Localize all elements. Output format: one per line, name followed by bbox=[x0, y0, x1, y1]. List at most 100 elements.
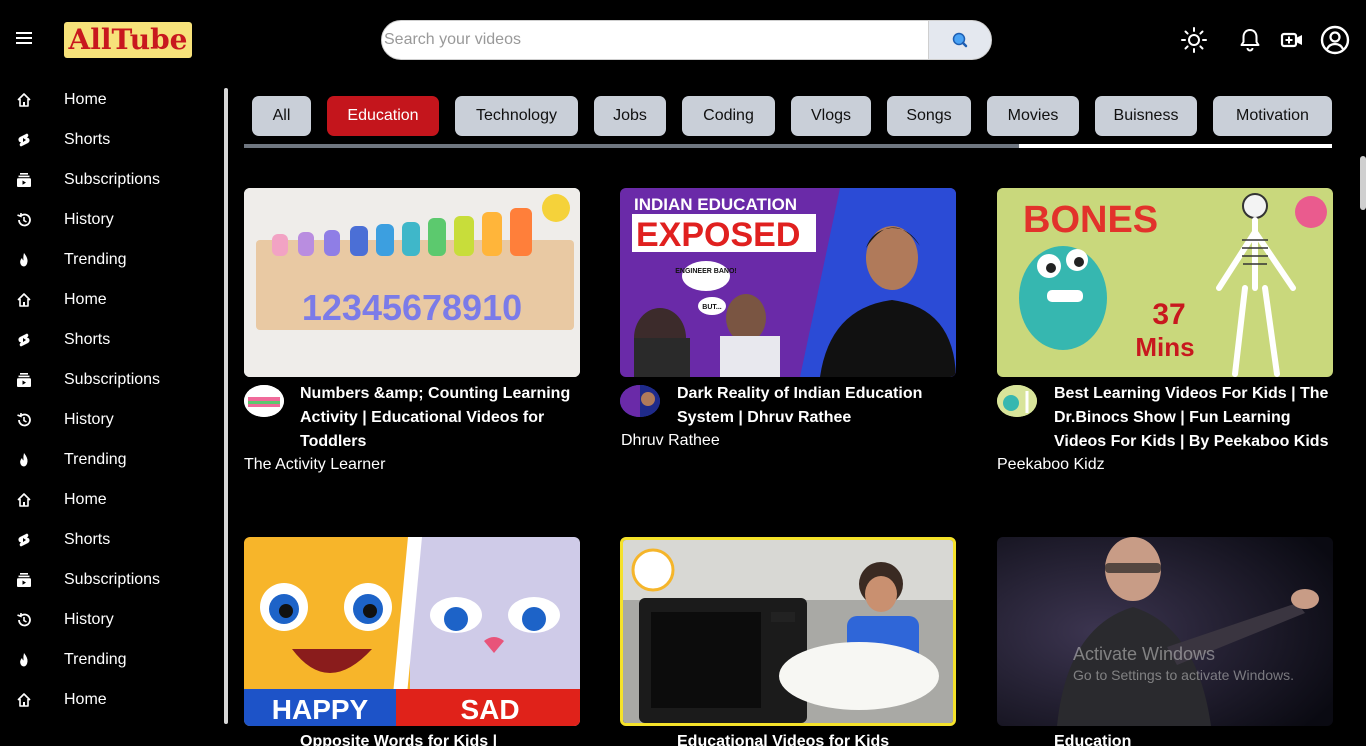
history-icon bbox=[16, 212, 32, 228]
video-thumbnail[interactable]: 12345678910 bbox=[244, 188, 580, 377]
video-title[interactable]: Education bbox=[1054, 730, 1336, 746]
subscriptions-icon bbox=[16, 572, 32, 588]
video-thumbnail[interactable]: BONES 37 Mins bbox=[997, 188, 1333, 377]
thumb-label-sad: SAD bbox=[460, 694, 519, 725]
chip-education[interactable]: Education bbox=[327, 96, 439, 136]
sidebar-item-label: Home bbox=[64, 91, 107, 108]
video-thumbnail[interactable] bbox=[997, 537, 1333, 726]
sidebar-item-label: Trending bbox=[64, 651, 127, 668]
sidebar-item-history[interactable]: History bbox=[0, 600, 220, 640]
sidebar-item-label: Subscriptions bbox=[64, 371, 161, 388]
video-title-line: Opposite Words for Kids | bbox=[300, 733, 498, 746]
thumb-duration: 37 bbox=[1152, 298, 1185, 331]
video-title[interactable]: Best Learning Videos For Kids | The Dr.B… bbox=[1054, 382, 1336, 454]
sidebar-item-trending[interactable]: Trending bbox=[0, 640, 220, 680]
video-title[interactable]: Educational Videos for Kids bbox=[677, 730, 959, 746]
chip-coding[interactable]: Coding bbox=[682, 96, 775, 136]
sidebar-item-label: Trending bbox=[64, 251, 127, 268]
chip-motivation[interactable]: Motivation bbox=[1213, 96, 1332, 136]
sidebar-item-trending[interactable]: Trending bbox=[0, 440, 220, 480]
sun-icon[interactable] bbox=[1180, 26, 1208, 54]
sidebar-item-label: Subscriptions bbox=[64, 171, 161, 188]
fire-icon bbox=[16, 452, 32, 468]
sidebar-item-subscriptions[interactable]: Subscriptions bbox=[0, 360, 220, 400]
chip-buisness[interactable]: Buisness bbox=[1095, 96, 1197, 136]
thumb-bubble: BUT... bbox=[702, 304, 722, 311]
thumb-duration-unit: Mins bbox=[1135, 332, 1194, 362]
top-header: AllTube bbox=[0, 0, 1366, 80]
sidebar-item-label: History bbox=[64, 211, 114, 228]
shorts-icon bbox=[16, 132, 32, 148]
video-thumbnail[interactable]: HAPPY SAD bbox=[244, 537, 580, 726]
windows-activation-watermark: Activate Windows Go to Settings to activ… bbox=[1073, 644, 1294, 683]
fire-icon bbox=[16, 652, 32, 668]
video-title[interactable]: Dark Reality of Indian Education System … bbox=[677, 382, 959, 430]
sidebar-item-subscriptions[interactable]: Subscriptions bbox=[0, 560, 220, 600]
video-title-line: Dark Reality of Indian Education bbox=[677, 385, 923, 402]
sidebar-item-subscriptions[interactable]: Subscriptions bbox=[0, 160, 220, 200]
sidebar-item-history[interactable]: History bbox=[0, 400, 220, 440]
channel-avatar[interactable] bbox=[620, 385, 660, 417]
fire-icon bbox=[16, 252, 32, 268]
search-input[interactable] bbox=[381, 20, 929, 60]
video-camera-icon[interactable] bbox=[1278, 26, 1306, 54]
chip-jobs[interactable]: Jobs bbox=[594, 96, 666, 136]
watermark-line-1: Activate Windows bbox=[1073, 644, 1216, 664]
home-icon bbox=[16, 692, 32, 708]
video-title-line: System | Dhruv Rathee bbox=[677, 409, 852, 426]
sidebar-item-shorts[interactable]: Shorts bbox=[0, 120, 220, 160]
sidebar-item-history[interactable]: History bbox=[0, 200, 220, 240]
video-title-line: Videos For Kids | By Peekaboo Kids bbox=[1054, 433, 1329, 450]
video-title-line: Toddlers bbox=[300, 433, 367, 450]
sidebar-item-shorts[interactable]: Shorts bbox=[0, 520, 220, 560]
chip-movies[interactable]: Movies bbox=[987, 96, 1079, 136]
chip-technology[interactable]: Technology bbox=[455, 96, 578, 136]
video-title-line: Dr.Binocs Show | Fun Learning bbox=[1054, 409, 1291, 426]
sidebar-item-label: History bbox=[64, 611, 114, 628]
main-scrollbar[interactable] bbox=[1360, 156, 1366, 210]
video-thumbnail[interactable]: INDIAN EDUCATION EXPOSED ENGINEER BANO! … bbox=[620, 188, 956, 377]
sidebar-item-trending[interactable]: Trending bbox=[0, 240, 220, 280]
thumb-headline-2: EXPOSED bbox=[636, 216, 800, 254]
sidebar: Home Shorts Subscriptions History Trending Ho… bbox=[0, 80, 230, 746]
bell-icon[interactable] bbox=[1236, 26, 1264, 54]
sidebar-item-label: Trending bbox=[64, 451, 127, 468]
video-title[interactable]: Opposite Words for Kids | bbox=[300, 730, 582, 746]
shorts-icon bbox=[16, 332, 32, 348]
channel-name[interactable]: The Activity Learner bbox=[244, 456, 385, 474]
sidebar-item-home[interactable]: Home bbox=[0, 280, 220, 320]
home-icon bbox=[16, 292, 32, 308]
chips-scroll-thumb[interactable] bbox=[244, 144, 1019, 148]
sidebar-item-label: History bbox=[64, 411, 114, 428]
sidebar-item-label: Home bbox=[64, 491, 107, 508]
watermark-line-2: Go to Settings to activate Windows. bbox=[1073, 667, 1294, 683]
sidebar-item-home[interactable]: Home bbox=[0, 680, 220, 720]
chip-vlogs[interactable]: Vlogs bbox=[791, 96, 871, 136]
search-button[interactable] bbox=[928, 20, 992, 60]
video-thumbnail[interactable] bbox=[620, 537, 956, 726]
home-icon bbox=[16, 92, 32, 108]
channel-avatar[interactable] bbox=[997, 385, 1037, 417]
sidebar-item-home[interactable]: Home bbox=[0, 480, 220, 520]
shorts-icon bbox=[16, 532, 32, 548]
video-title-line: Education bbox=[1054, 733, 1132, 746]
sidebar-item-label: Home bbox=[64, 691, 107, 708]
thumb-label-happy: HAPPY bbox=[272, 694, 369, 725]
channel-name[interactable]: Dhruv Rathee bbox=[621, 432, 720, 450]
chip-all[interactable]: All bbox=[252, 96, 311, 136]
sidebar-item-shorts[interactable]: Shorts bbox=[0, 320, 220, 360]
chip-songs[interactable]: Songs bbox=[887, 96, 971, 136]
channel-avatar[interactable] bbox=[244, 385, 284, 417]
video-title[interactable]: Numbers &amp; Counting Learning Activity… bbox=[300, 382, 582, 454]
sidebar-item-label: Shorts bbox=[64, 531, 111, 548]
thumb-numbers: 12345678910 bbox=[302, 287, 522, 328]
history-icon bbox=[16, 612, 32, 628]
sidebar-scrollbar[interactable] bbox=[224, 88, 228, 724]
sidebar-item-home[interactable]: Home bbox=[0, 80, 220, 120]
sidebar-item-label: Shorts bbox=[64, 331, 111, 348]
account-icon[interactable] bbox=[1320, 25, 1350, 55]
channel-name[interactable]: Peekaboo Kidz bbox=[997, 456, 1105, 474]
logo[interactable]: AllTube bbox=[64, 22, 192, 58]
subscriptions-icon bbox=[16, 172, 32, 188]
menu-icon[interactable] bbox=[16, 32, 32, 46]
